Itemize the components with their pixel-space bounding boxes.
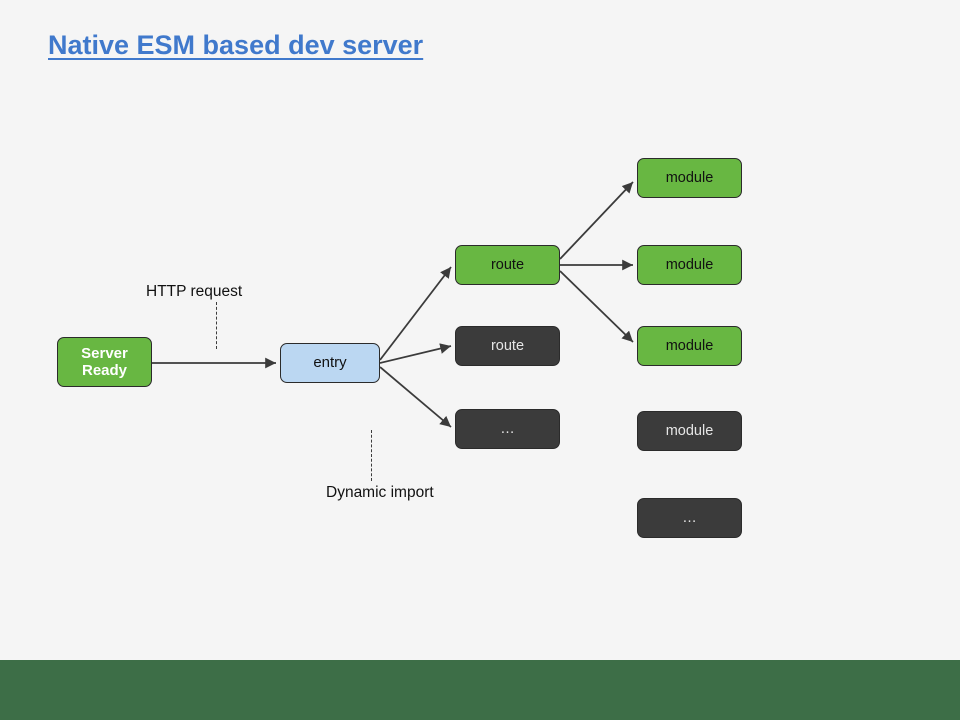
dashed-dynamic	[371, 430, 372, 481]
box-dots-right: …	[637, 498, 742, 538]
box-module-4: module	[637, 411, 742, 451]
box-route-1: route	[455, 245, 560, 285]
label-http-request: HTTP request	[146, 283, 242, 301]
box-module-3: module	[637, 326, 742, 366]
bottom-band	[0, 660, 960, 720]
box-module-2: module	[637, 245, 742, 285]
label-dynamic-import: Dynamic import	[326, 484, 434, 502]
box-server-ready: Server Ready	[57, 337, 152, 387]
diagram-canvas: Server Ready entry route route … module …	[0, 0, 960, 720]
box-entry: entry	[280, 343, 380, 383]
dashed-http	[216, 302, 217, 349]
box-dots-middle: …	[455, 409, 560, 449]
box-module-1: module	[637, 158, 742, 198]
box-route-2: route	[455, 326, 560, 366]
